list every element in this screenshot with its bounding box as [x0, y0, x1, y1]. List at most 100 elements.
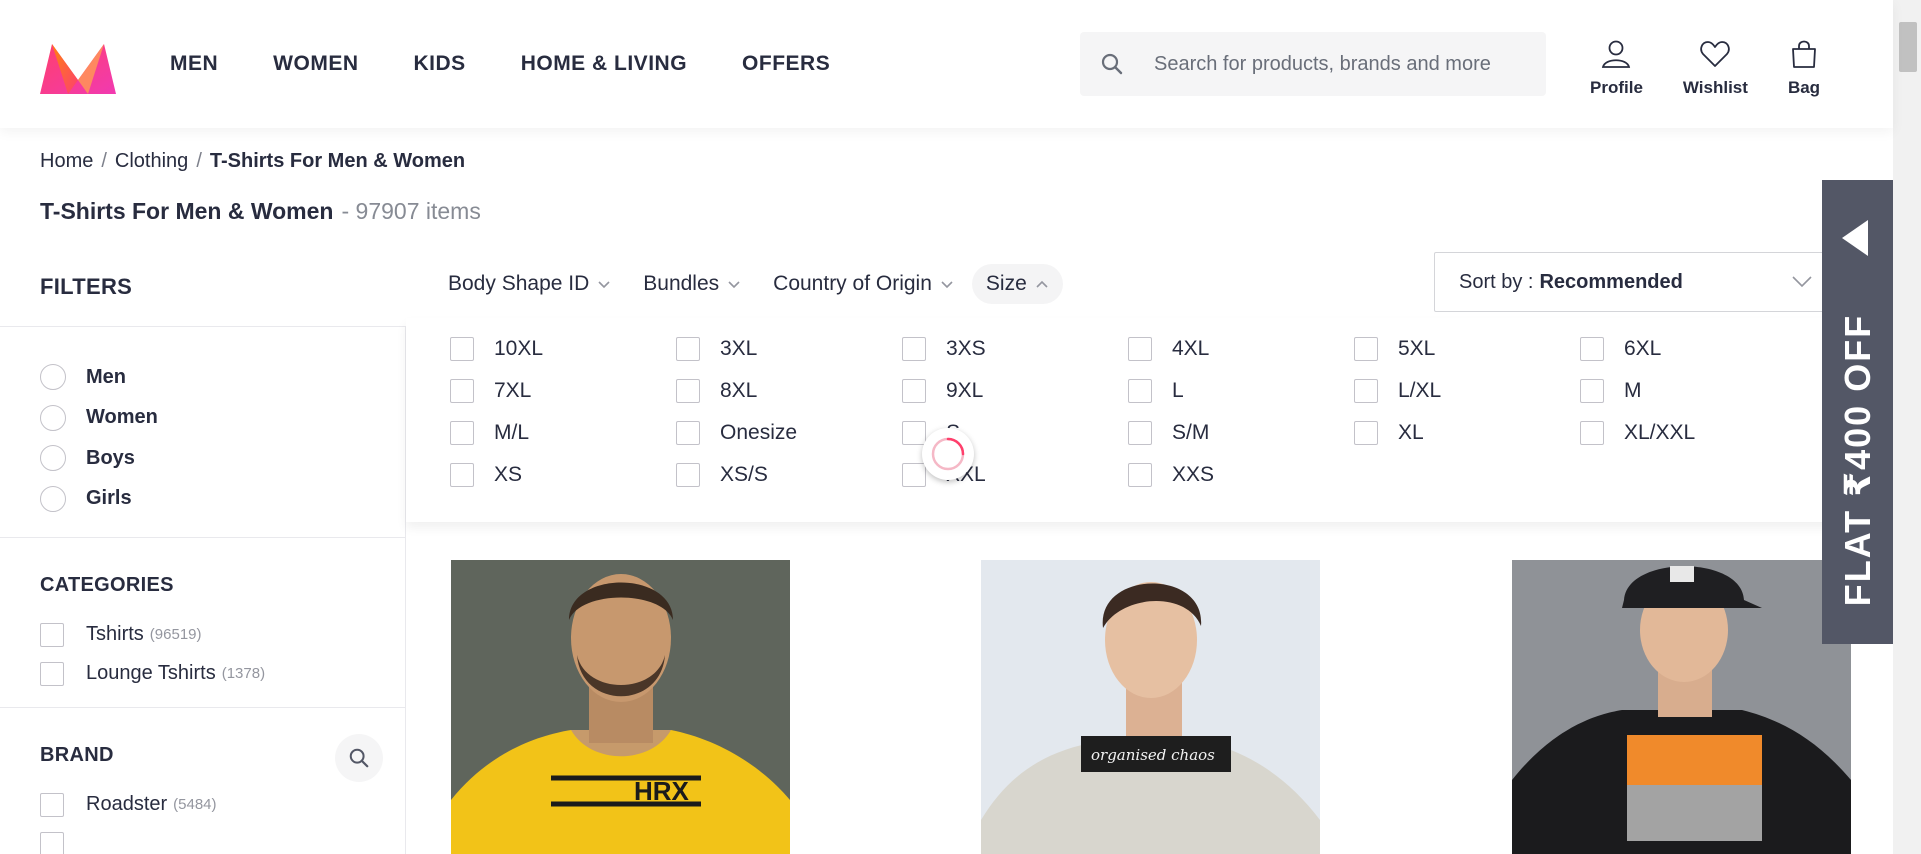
- size-label: XS: [494, 463, 523, 486]
- option-label: Tshirts: [86, 623, 144, 645]
- checkbox[interactable]: [450, 337, 474, 361]
- checkbox[interactable]: [1128, 421, 1152, 445]
- profile-button[interactable]: Profile: [1590, 38, 1643, 98]
- checkbox[interactable]: [40, 792, 64, 817]
- gender-option-girls[interactable]: Girls: [40, 479, 405, 520]
- size-option[interactable]: Onesize: [676, 412, 902, 454]
- filter-country-of-origin[interactable]: Country of Origin: [773, 272, 954, 296]
- filter-label: Size: [985, 272, 1027, 295]
- size-option[interactable]: 3XS: [902, 328, 1128, 370]
- checkbox[interactable]: [1580, 379, 1604, 403]
- checkbox[interactable]: [1354, 337, 1378, 361]
- size-option[interactable]: L/XL: [1354, 370, 1580, 412]
- arrow-left-icon[interactable]: [1842, 220, 1868, 256]
- product-card-image[interactable]: [1512, 560, 1851, 854]
- size-option[interactable]: M/L: [450, 412, 676, 454]
- size-label: L: [1172, 379, 1184, 402]
- brand-filter: BRAND Roadster (5484): [0, 708, 405, 854]
- checkbox[interactable]: [1354, 421, 1378, 445]
- checkbox[interactable]: [450, 421, 474, 445]
- sort-dropdown[interactable]: Sort by : Recommended: [1434, 252, 1834, 312]
- checkbox[interactable]: [676, 337, 700, 361]
- checkbox[interactable]: [1128, 379, 1152, 403]
- bag-label: Bag: [1787, 78, 1821, 97]
- size-option[interactable]: M: [1580, 370, 1806, 412]
- checkbox[interactable]: [902, 463, 926, 487]
- size-label: Onesize: [720, 421, 798, 444]
- filter-body-shape-id[interactable]: Body Shape ID: [448, 272, 611, 296]
- size-option[interactable]: 7XL: [450, 370, 676, 412]
- brand-option-roadster[interactable]: Roadster (5484): [40, 785, 405, 824]
- breadcrumb-home[interactable]: Home: [40, 150, 93, 173]
- size-option[interactable]: XS/S: [676, 454, 902, 496]
- size-label: XXS: [1172, 463, 1215, 486]
- checkbox[interactable]: [1128, 337, 1152, 361]
- radio-button[interactable]: [40, 445, 66, 472]
- size-option[interactable]: 3XL: [676, 328, 902, 370]
- checkbox[interactable]: [902, 379, 926, 403]
- checkbox[interactable]: [676, 421, 700, 445]
- size-option[interactable]: S/M: [1128, 412, 1354, 454]
- checkbox[interactable]: [1354, 379, 1378, 403]
- nav-women[interactable]: WOMEN: [273, 52, 358, 76]
- checkbox[interactable]: [1580, 421, 1604, 445]
- size-option[interactable]: XS: [450, 454, 676, 496]
- category-option-tshirts[interactable]: Tshirts (96519): [40, 615, 405, 654]
- size-option[interactable]: XL/XXL: [1580, 412, 1806, 454]
- filter-size[interactable]: Size: [971, 264, 1063, 304]
- offer-banner[interactable]: FLAT ₹400 OFF: [1822, 180, 1893, 644]
- checkbox[interactable]: [676, 463, 700, 487]
- size-option[interactable]: 4XL: [1128, 328, 1354, 370]
- filter-bundles[interactable]: Bundles: [643, 272, 741, 296]
- size-option[interactable]: 6XL: [1580, 328, 1806, 370]
- breadcrumb: Home / Clothing / T-Shirts For Men & Wom…: [40, 150, 465, 173]
- search-input[interactable]: [1154, 44, 1544, 84]
- size-option[interactable]: 10XL: [450, 328, 676, 370]
- search-icon[interactable]: [1080, 32, 1144, 96]
- option-label: Lounge Tshirts: [86, 662, 216, 684]
- size-option[interactable]: 5XL: [1354, 328, 1580, 370]
- nav-offers[interactable]: OFFERS: [742, 52, 830, 76]
- size-option[interactable]: 8XL: [676, 370, 902, 412]
- size-option[interactable]: XXS: [1128, 454, 1354, 496]
- myntra-logo[interactable]: [38, 40, 118, 96]
- radio-button[interactable]: [40, 485, 66, 512]
- nav-men[interactable]: MEN: [170, 52, 218, 76]
- radio-button[interactable]: [40, 364, 66, 391]
- categories-filter: CATEGORIES Tshirts (96519) Lounge Tshirts…: [0, 538, 405, 708]
- checkbox[interactable]: [40, 661, 64, 686]
- checkbox[interactable]: [1580, 337, 1604, 361]
- size-option[interactable]: XL: [1354, 412, 1580, 454]
- gender-option-men[interactable]: Men: [40, 357, 405, 398]
- checkbox[interactable]: [450, 463, 474, 487]
- page-scrollbar[interactable]: [1893, 0, 1921, 854]
- size-label: 3XL: [720, 337, 758, 360]
- checkbox[interactable]: [902, 421, 926, 445]
- bag-button[interactable]: Bag: [1788, 38, 1820, 98]
- radio-button[interactable]: [40, 404, 66, 431]
- brand-search-icon[interactable]: [335, 734, 383, 782]
- sort-value: Recommended: [1539, 270, 1683, 293]
- gender-option-women[interactable]: Women: [40, 398, 405, 439]
- scrollbar-thumb[interactable]: [1899, 22, 1917, 72]
- checkbox[interactable]: [902, 337, 926, 361]
- checkbox[interactable]: [676, 379, 700, 403]
- size-option[interactable]: 9XL: [902, 370, 1128, 412]
- nav-home-living[interactable]: HOME & LIVING: [521, 52, 687, 76]
- size-label: 6XL: [1624, 337, 1662, 360]
- filter-label: Bundles: [643, 272, 720, 295]
- product-card-image[interactable]: HRX: [451, 560, 790, 854]
- size-options-grid: 10XL 3XL 3XS 4XL 5XL 6XL 7XL 8XL 9XL L L/XL M M/L One…: [450, 328, 1806, 496]
- wishlist-button[interactable]: Wishlist: [1683, 38, 1748, 98]
- checkbox[interactable]: [1128, 463, 1152, 487]
- product-card-image[interactable]: organised chaos: [981, 560, 1320, 854]
- brand-option-partial[interactable]: [40, 824, 405, 854]
- gender-option-boys[interactable]: Boys: [40, 438, 405, 479]
- checkbox[interactable]: [40, 831, 64, 854]
- checkbox[interactable]: [450, 379, 474, 403]
- size-option[interactable]: L: [1128, 370, 1354, 412]
- category-option-lounge-tshirts[interactable]: Lounge Tshirts (1378): [40, 654, 405, 693]
- nav-kids[interactable]: KIDS: [414, 52, 466, 76]
- checkbox[interactable]: [40, 622, 64, 647]
- breadcrumb-clothing[interactable]: Clothing: [115, 150, 188, 173]
